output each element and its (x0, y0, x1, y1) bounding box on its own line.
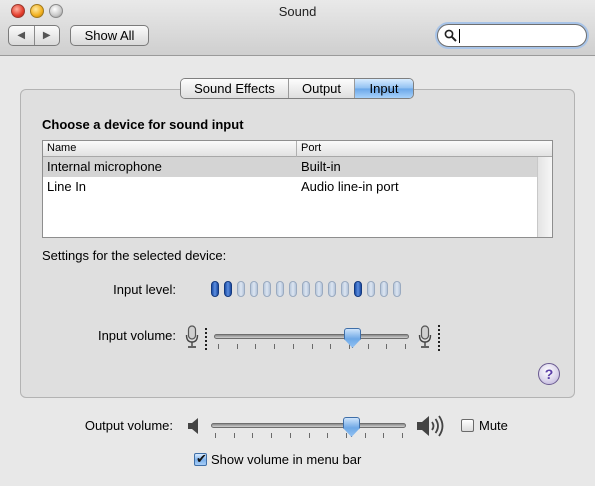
slider-tick (252, 433, 253, 438)
level-segment (380, 281, 388, 297)
forward-arrow-icon: ▶ (42, 30, 51, 41)
device-heading: Choose a device for sound input (42, 117, 244, 132)
slider-tick (234, 433, 235, 438)
level-segment (315, 281, 323, 297)
help-button[interactable]: ? (538, 363, 560, 385)
level-segment (250, 281, 258, 297)
slider-tick (293, 344, 294, 349)
slider-tick (402, 433, 403, 438)
input-level-label: Input level: (113, 282, 176, 297)
slider-tick (365, 433, 366, 438)
slider-tick (274, 344, 275, 349)
input-volume-label: Input volume: (97, 328, 176, 343)
title-bar: Sound ◀ ▶ Show All (0, 0, 595, 56)
mute-checkbox[interactable] (461, 419, 474, 432)
level-segment (367, 281, 375, 297)
checkmark-icon: ✔ (196, 451, 207, 466)
settings-label: Settings for the selected device: (42, 248, 227, 263)
slider-track (214, 334, 409, 339)
level-segment (341, 281, 349, 297)
slider-tick (215, 433, 216, 438)
tab-output[interactable]: Output (289, 79, 355, 98)
tab-bar: Sound Effects Output Input (180, 78, 414, 99)
input-volume-slider[interactable] (214, 328, 409, 356)
level-segment (289, 281, 297, 297)
slider-tick (405, 344, 406, 349)
slider-thumb[interactable] (344, 328, 361, 348)
input-level-meter (211, 281, 401, 297)
search-input[interactable] (458, 27, 578, 44)
row-name: Internal microphone (47, 159, 162, 174)
column-header-port[interactable]: Port (301, 142, 321, 154)
level-segment (328, 281, 336, 297)
microphone-high-icon (418, 325, 432, 348)
slider-tick (383, 433, 384, 438)
table-rows: Internal microphone Built-in Line In Aud… (43, 157, 538, 197)
text-caret (459, 29, 460, 43)
level-segment (263, 281, 271, 297)
slider-tick (327, 433, 328, 438)
volume-low-dots (205, 328, 207, 350)
output-volume-label: Output volume: (84, 418, 173, 433)
table-row[interactable]: Line In Audio line-in port (43, 177, 538, 197)
output-volume-slider[interactable] (211, 417, 406, 445)
level-segment (354, 281, 362, 297)
tab-sound-effects[interactable]: Sound Effects (181, 79, 289, 98)
tab-input[interactable]: Input (355, 79, 413, 98)
slider-tick (368, 344, 369, 349)
slider-tick (386, 344, 387, 349)
table-header: Name Port (43, 141, 552, 157)
volume-high-dots (438, 325, 440, 351)
mute-label: Mute (479, 418, 508, 433)
row-port: Built-in (301, 159, 341, 174)
show-volume-label: Show volume in menu bar (211, 452, 362, 467)
slider-tick (330, 344, 331, 349)
speaker-high-icon (417, 415, 444, 437)
row-name: Line In (47, 179, 87, 194)
slider-tick (218, 344, 219, 349)
column-header-name[interactable]: Name (47, 142, 76, 154)
table-row[interactable]: Internal microphone Built-in (43, 157, 538, 177)
slider-tick (309, 433, 310, 438)
search-icon (444, 29, 457, 42)
input-device-table[interactable]: Name Port Internal microphone Built-in L… (42, 140, 553, 238)
slider-track (211, 423, 406, 428)
back-forward-control: ◀ ▶ (8, 25, 60, 46)
forward-button[interactable]: ▶ (35, 26, 60, 45)
show-all-button[interactable]: Show All (70, 25, 149, 46)
search-field[interactable] (437, 24, 587, 47)
level-segment (276, 281, 284, 297)
back-arrow-icon: ◀ (17, 30, 26, 41)
row-port: Audio line-in port (301, 179, 399, 194)
microphone-low-icon (185, 325, 199, 348)
slider-tick (255, 344, 256, 349)
window-title: Sound (278, 4, 317, 19)
back-button[interactable]: ◀ (9, 26, 35, 45)
column-separator (296, 141, 297, 157)
slider-tick (271, 433, 272, 438)
slider-tick (290, 433, 291, 438)
level-segment (302, 281, 310, 297)
slider-tick (237, 344, 238, 349)
level-segment (211, 281, 219, 297)
level-segment (393, 281, 401, 297)
table-scrollbar[interactable] (537, 157, 552, 237)
level-segment (237, 281, 245, 297)
speaker-low-icon (188, 418, 198, 434)
show-volume-checkbox[interactable]: ✔ (194, 451, 207, 466)
slider-tick (346, 433, 347, 438)
slider-tick (312, 344, 313, 349)
level-segment (224, 281, 232, 297)
